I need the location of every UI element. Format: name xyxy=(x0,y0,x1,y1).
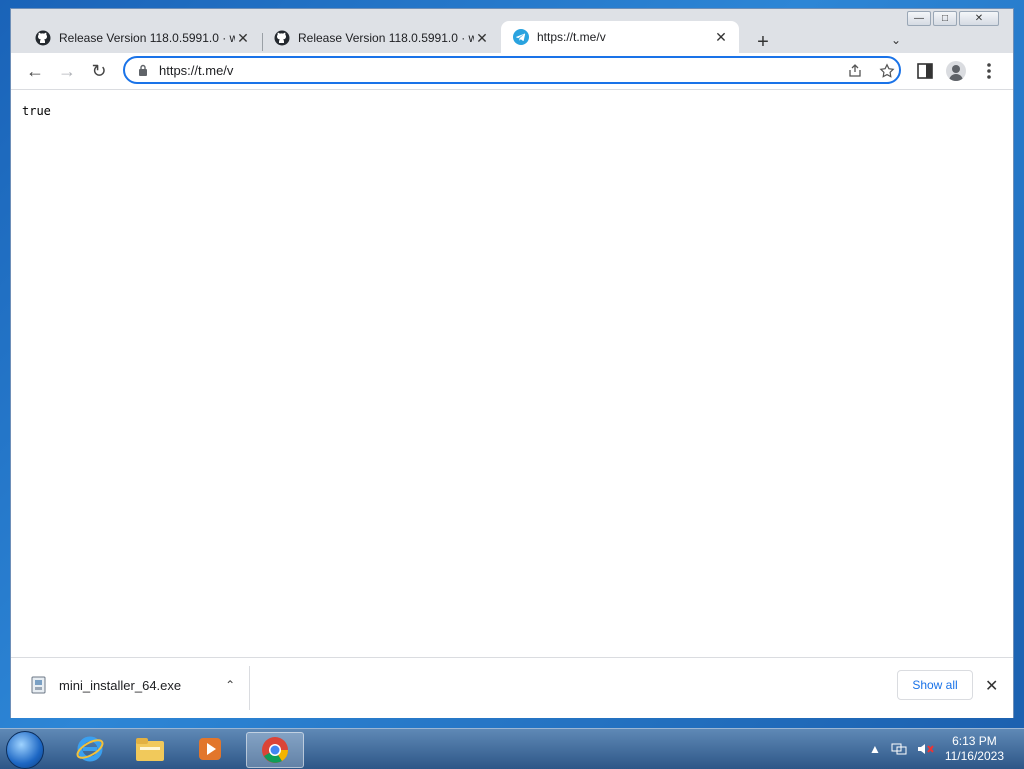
internet-explorer-icon[interactable] xyxy=(62,732,118,766)
tab-search-button[interactable]: ⌄ xyxy=(891,33,901,47)
close-tab-icon[interactable]: ✕ xyxy=(713,29,729,46)
side-panel-icon[interactable] xyxy=(915,61,935,81)
menu-kebab-icon[interactable] xyxy=(979,61,999,81)
download-item[interactable]: mini_installer_64.exe ⌃ xyxy=(31,676,235,694)
forward-button[interactable]: → xyxy=(57,61,77,81)
profile-button[interactable] xyxy=(946,61,966,81)
page-content: true xyxy=(11,90,1013,657)
share-icon[interactable] xyxy=(847,63,863,79)
clock[interactable]: 6:13 PM 11/16/2023 xyxy=(945,734,1004,764)
media-player-icon[interactable] xyxy=(182,732,238,766)
toolbar: ← → ↻ https://t.me/v xyxy=(11,53,1013,90)
download-filename: mini_installer_64.exe xyxy=(59,677,182,693)
system-tray: ▲ 6:13 PM 11/16/2023 xyxy=(869,729,1024,769)
lock-icon xyxy=(139,64,147,76)
start-button[interactable] xyxy=(6,731,44,769)
chrome-icon[interactable] xyxy=(246,732,304,768)
bookmark-star-icon[interactable] xyxy=(879,63,895,79)
back-button[interactable]: ← xyxy=(25,61,45,81)
volume-muted-icon[interactable] xyxy=(917,742,935,756)
new-tab-button[interactable]: + xyxy=(753,31,773,54)
clock-time: 6:13 PM xyxy=(952,734,997,748)
taskbar: ▲ 6:13 PM 11/16/2023 xyxy=(0,728,1024,769)
page-text: true xyxy=(22,104,51,118)
show-hidden-icons-icon[interactable]: ▲ xyxy=(869,742,881,756)
tab-title: Release Version 118.0.5991.0 · wi xyxy=(59,31,235,45)
close-tab-icon[interactable]: ✕ xyxy=(235,30,251,47)
address-bar[interactable]: https://t.me/v xyxy=(123,56,901,84)
download-shelf: mini_installer_64.exe ⌃ Show all ✕ xyxy=(11,657,1013,718)
github-icon xyxy=(35,30,51,46)
network-icon[interactable] xyxy=(891,742,907,756)
reload-button[interactable]: ↻ xyxy=(89,61,109,81)
close-tab-icon[interactable]: ✕ xyxy=(474,30,490,47)
close-shelf-icon[interactable]: ✕ xyxy=(985,676,998,696)
installer-file-icon xyxy=(31,676,46,694)
show-all-button[interactable]: Show all xyxy=(897,670,973,700)
browser-window: — □ ✕ Release Version 118.0.5991.0 · wi … xyxy=(10,8,1014,718)
tab-release-2[interactable]: Release Version 118.0.5991.0 · wi ✕ xyxy=(262,23,500,53)
tab-strip: Release Version 118.0.5991.0 · wi ✕ Rele… xyxy=(11,19,1013,54)
tab-telegram[interactable]: https://t.me/v ✕ xyxy=(501,21,739,53)
tab-release-1[interactable]: Release Version 118.0.5991.0 · wi ✕ xyxy=(23,23,261,53)
clock-date: 11/16/2023 xyxy=(944,749,1004,763)
tab-title: https://t.me/v xyxy=(537,30,606,44)
telegram-icon xyxy=(513,29,529,45)
github-icon xyxy=(274,30,290,46)
tab-title: Release Version 118.0.5991.0 · wi xyxy=(298,31,474,45)
chevron-up-icon[interactable]: ⌃ xyxy=(225,678,235,692)
url-text[interactable]: https://t.me/v xyxy=(159,63,233,78)
file-explorer-icon[interactable] xyxy=(122,732,178,766)
avatar xyxy=(946,61,966,81)
divider xyxy=(249,666,250,710)
